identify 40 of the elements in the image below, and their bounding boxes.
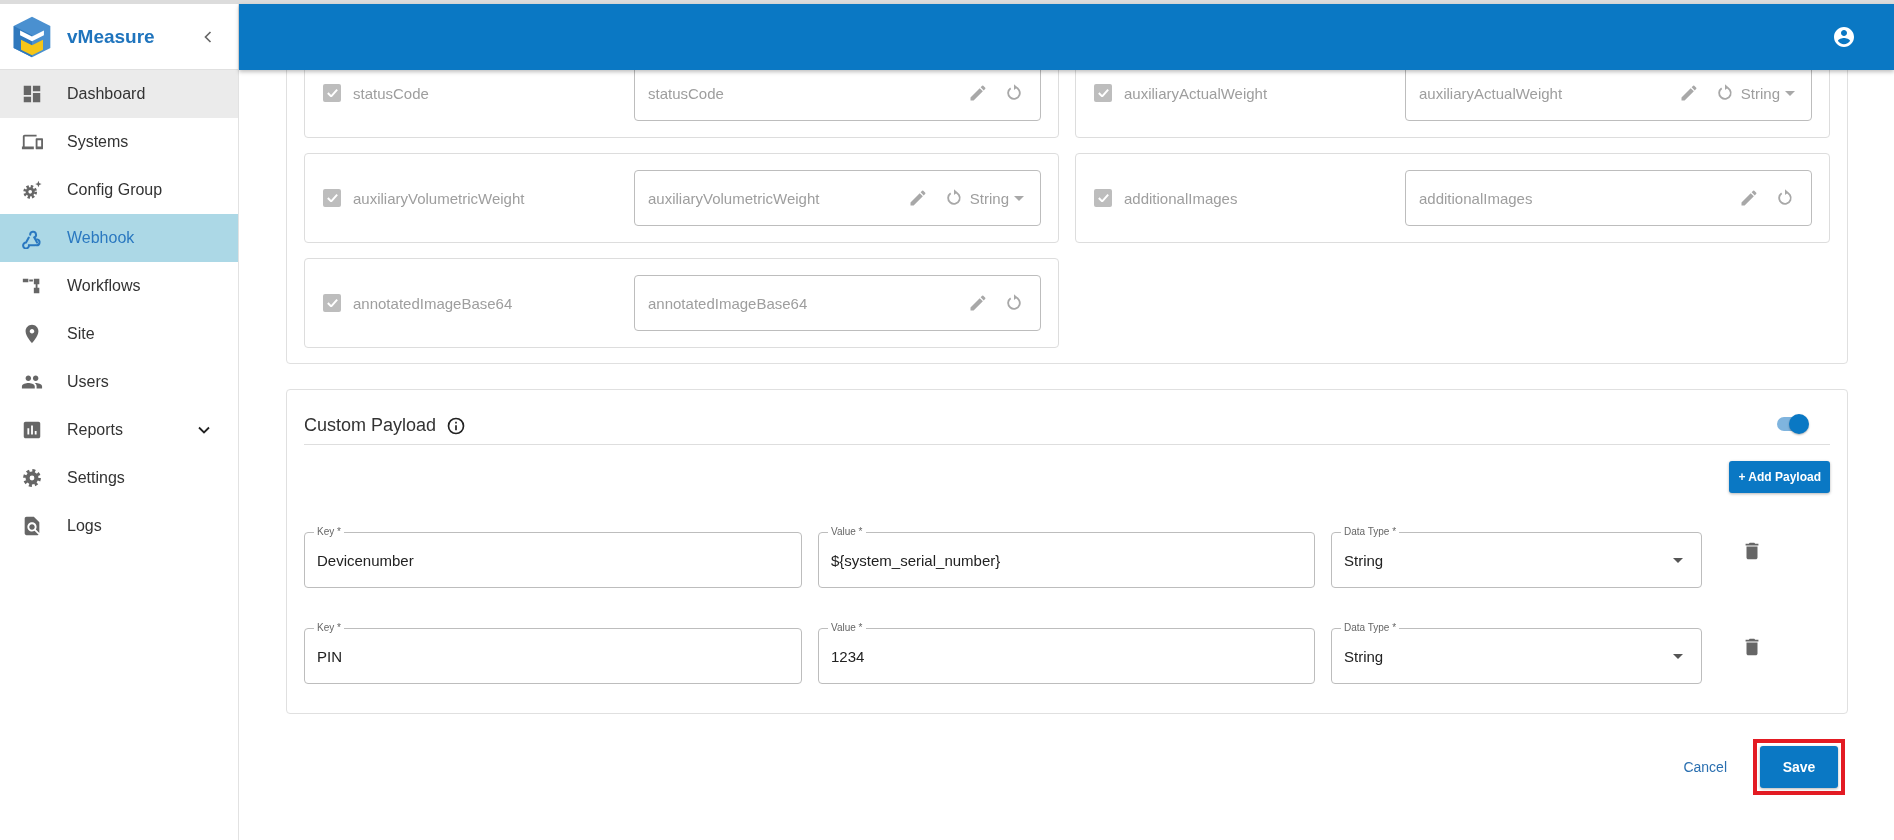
field-name: statusCode xyxy=(353,84,430,102)
save-button[interactable]: Save xyxy=(1760,746,1838,788)
gear-sparkle-icon xyxy=(21,179,43,201)
checkmark-icon xyxy=(326,194,338,202)
field-name: annotatedImageBase64 xyxy=(353,294,514,312)
caret-icon xyxy=(1014,195,1024,201)
caret-icon xyxy=(1673,653,1683,659)
field-name: additionalImages xyxy=(1124,189,1239,207)
checkmark-icon xyxy=(1097,89,1109,97)
checkmark-icon xyxy=(1097,194,1109,202)
account-icon[interactable] xyxy=(1832,25,1856,49)
add-payload-button[interactable]: + Add Payload xyxy=(1729,461,1830,493)
bar-chart-icon xyxy=(21,419,43,441)
info-icon[interactable] xyxy=(446,415,467,436)
field-name: auxiliaryVolumetricWeight xyxy=(353,189,526,207)
sidebar-item[interactable]: Systems xyxy=(0,118,238,166)
data-type-select[interactable]: Data Type * String xyxy=(1331,622,1702,684)
key-field[interactable]: Key * PIN xyxy=(304,622,802,684)
sidebar-item[interactable]: Config Group xyxy=(0,166,238,214)
settings-icon xyxy=(21,467,43,489)
field-name: auxiliaryActualWeight xyxy=(1124,84,1269,102)
value-field[interactable]: Value * ${system_serial_number} xyxy=(818,526,1315,588)
key-field[interactable]: Key * Devicenumber xyxy=(304,526,802,588)
caret-icon xyxy=(1785,90,1795,96)
sidebar-item[interactable]: Site xyxy=(0,310,238,358)
sidebar-item[interactable]: Dashboard xyxy=(0,70,238,118)
sidebar-item[interactable]: Reports xyxy=(0,406,238,454)
checkmark-icon xyxy=(326,299,338,307)
section-title: Custom Payload xyxy=(304,415,437,436)
value-field[interactable]: Value * 1234 xyxy=(818,622,1315,684)
sidebar-item[interactable]: Workflows xyxy=(0,262,238,310)
data-type-select[interactable]: Data Type * String xyxy=(1331,526,1702,588)
brand-name: vMeasure xyxy=(67,25,156,48)
cancel-button[interactable]: Cancel xyxy=(1679,753,1731,781)
checkmark-icon xyxy=(326,89,338,97)
caret-icon xyxy=(1673,557,1683,563)
sidebar-item[interactable]: Users xyxy=(0,358,238,406)
sidebar-item[interactable]: Logs xyxy=(0,502,238,550)
sidebar-item[interactable]: Settings xyxy=(0,454,238,502)
dashboard-icon xyxy=(21,83,43,105)
